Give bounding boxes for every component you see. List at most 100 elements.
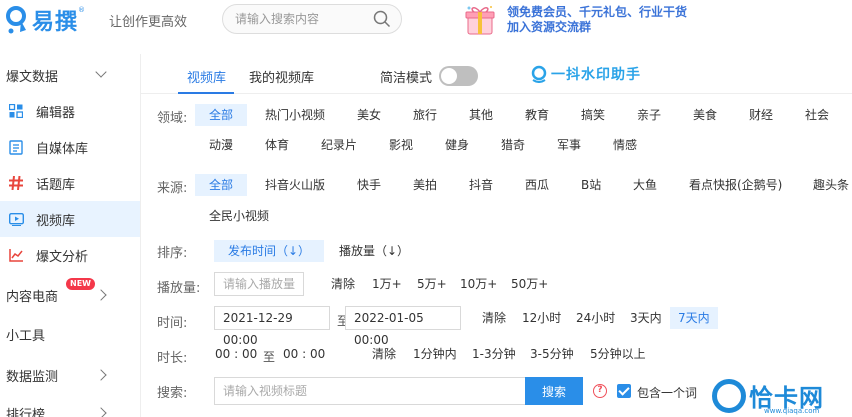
domain-option[interactable]: 社会: [805, 104, 829, 126]
domain-option[interactable]: 猎奇: [501, 134, 525, 156]
watermark-logo-icon: [712, 378, 746, 413]
domain-label: 领域:: [157, 111, 188, 126]
simple-mode-label: 简洁模式: [380, 71, 433, 86]
duration-option[interactable]: 1分钟内: [413, 343, 457, 365]
time-clear[interactable]: 清除: [482, 307, 506, 329]
sidebar-group-data-monitor[interactable]: 数据监测: [0, 357, 140, 393]
plays-option[interactable]: 10万+: [460, 273, 497, 295]
watermark-drop-icon: [531, 65, 547, 83]
include-word-checkbox[interactable]: [617, 384, 631, 398]
domain-option[interactable]: 财经: [749, 104, 773, 126]
sidebar-item-media-library[interactable]: 自媒体库: [0, 129, 140, 165]
duration-option[interactable]: 3-5分钟: [530, 343, 574, 365]
domain-option[interactable]: 影视: [389, 134, 413, 156]
sidebar-item-topic-library[interactable]: 话题库: [0, 165, 140, 201]
time-option[interactable]: 12小时: [522, 307, 561, 329]
plays-label: 播放量:: [157, 281, 201, 296]
source-option[interactable]: 全民小视频: [209, 205, 269, 227]
duration-option[interactable]: 1-3分钟: [472, 343, 516, 365]
sidebar-item-label: 爆文分析: [36, 249, 89, 265]
sidebar-item-label: 编辑器: [36, 105, 76, 121]
source-option[interactable]: 抖音火山版: [265, 174, 325, 196]
sidebar-item-video-library[interactable]: 视频库: [0, 201, 140, 237]
domain-option-all[interactable]: 全部: [195, 104, 248, 126]
domain-option[interactable]: 教育: [525, 104, 549, 126]
time-start-field[interactable]: 2021-12-29 00:00: [214, 306, 330, 347]
source-option[interactable]: 趣头条: [813, 174, 849, 196]
domain-option[interactable]: 旅行: [413, 104, 437, 126]
sidebar-group-content-ecommerce[interactable]: 内容电商 NEW: [0, 277, 140, 313]
duration-label: 时长:: [157, 351, 188, 366]
plays-input[interactable]: [214, 272, 304, 296]
global-search-box[interactable]: [222, 4, 402, 34]
plays-option[interactable]: 50万+: [511, 273, 548, 295]
sidebar-group-rankings[interactable]: 排行榜: [0, 395, 140, 417]
domain-option[interactable]: 军事: [557, 134, 581, 156]
promo-banner[interactable]: 领免费会员、千元礼包、行业干货 加入资源交流群: [465, 2, 687, 38]
source-option[interactable]: B站: [581, 174, 601, 196]
editor-grid-icon: [8, 103, 24, 119]
tab-bar: 视频库 我的视频库 简洁模式 一抖水印助手: [141, 54, 852, 94]
source-option-all[interactable]: 全部: [195, 174, 248, 196]
watermark-helper-text: 一抖水印助手: [551, 67, 641, 83]
duration-start[interactable]: 00 : 00: [215, 343, 257, 365]
domain-option[interactable]: 纪录片: [321, 134, 357, 156]
domain-option[interactable]: 情感: [613, 134, 637, 156]
duration-separator: 至: [263, 350, 276, 364]
help-icon[interactable]: ?: [593, 384, 607, 398]
sidebar-group-tools[interactable]: 小工具: [0, 316, 140, 352]
video-title-search-input[interactable]: [214, 377, 526, 405]
domain-option[interactable]: 美食: [693, 104, 717, 126]
sidebar-item-label: 小工具: [6, 328, 46, 344]
search-icon[interactable]: [373, 10, 391, 28]
time-option-7-days[interactable]: 7天内: [670, 307, 718, 329]
domain-option[interactable]: 体育: [265, 134, 289, 156]
plays-clear[interactable]: 清除: [331, 273, 355, 295]
sidebar-item-editor[interactable]: 编辑器: [0, 93, 140, 129]
duration-option[interactable]: 5分钟以上: [590, 343, 646, 365]
domain-option[interactable]: 亲子: [637, 104, 661, 126]
duration-clear[interactable]: 清除: [372, 343, 396, 365]
active-tab-underline: [178, 92, 234, 94]
sidebar-item-label: 排行榜: [6, 407, 46, 417]
sidebar: 爆文数据 编辑器 自媒体库 话题库 视频库 爆文分析 内容电商 NEW 小工具 …: [0, 54, 140, 417]
domain-option[interactable]: 美女: [357, 104, 381, 126]
logo[interactable]: 易撰 ®: [6, 5, 85, 35]
plays-option[interactable]: 1万+: [372, 273, 402, 295]
tab-my-video-library[interactable]: 我的视频库: [249, 67, 314, 86]
source-option[interactable]: 抖音: [469, 174, 493, 196]
promo-line-1: 领免费会员、千元礼包、行业干货: [507, 5, 688, 19]
source-option[interactable]: 看点快报(企鹅号): [689, 174, 782, 196]
chevron-right-icon: [95, 407, 107, 417]
sidebar-group-hot-data[interactable]: 爆文数据: [0, 57, 140, 93]
source-option[interactable]: 西瓜: [525, 174, 549, 196]
source-option[interactable]: 快手: [357, 174, 381, 196]
domain-option[interactable]: 搞笑: [581, 104, 605, 126]
tab-video-library[interactable]: 视频库: [187, 67, 226, 86]
watermark-helper-link[interactable]: 一抖水印助手: [530, 64, 641, 84]
time-end-field[interactable]: 2022-01-05 00:00: [345, 306, 461, 347]
domain-option[interactable]: 其他: [469, 104, 493, 126]
sidebar-item-article-analysis[interactable]: 爆文分析: [0, 237, 140, 273]
watermark-url: www.qiaqa.com: [764, 407, 820, 415]
duration-end[interactable]: 00 : 00: [283, 343, 325, 365]
sort-by-publish-time[interactable]: 发布时间（↓）: [214, 240, 325, 262]
time-option[interactable]: 24小时: [576, 307, 615, 329]
source-option[interactable]: 美拍: [413, 174, 437, 196]
chevron-down-icon: [95, 66, 107, 78]
toggle-knob: [441, 68, 457, 84]
logo-icon: [6, 6, 26, 34]
source-option[interactable]: 大鱼: [633, 174, 657, 196]
simple-mode-toggle[interactable]: [439, 66, 478, 86]
domain-option[interactable]: 健身: [445, 134, 469, 156]
plays-option[interactable]: 5万+: [417, 273, 447, 295]
sidebar-item-label: 话题库: [36, 177, 76, 193]
domain-option[interactable]: 动漫: [209, 134, 233, 156]
chevron-right-icon: [95, 369, 107, 381]
line-chart-icon: [8, 247, 24, 263]
video-search-button[interactable]: 搜索: [525, 377, 583, 405]
time-option[interactable]: 3天内: [630, 307, 662, 329]
domain-option[interactable]: 热门小视频: [265, 104, 325, 126]
global-search-input[interactable]: [235, 11, 365, 27]
sort-by-plays[interactable]: 播放量（↓）: [339, 240, 409, 262]
